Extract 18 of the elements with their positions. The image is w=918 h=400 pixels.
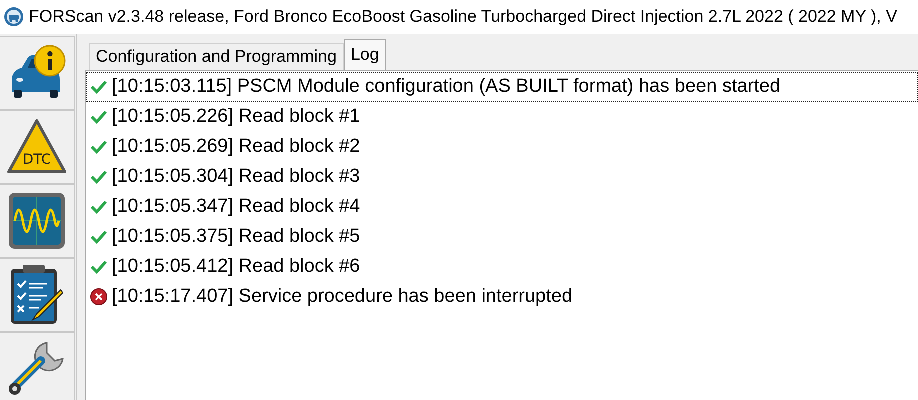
tab[interactable]: Log xyxy=(344,39,386,70)
log-entry: [10:15:05.375] Read block #5 xyxy=(112,226,360,248)
sidebar-button[interactable] xyxy=(0,36,75,110)
log-entry: [10:15:05.347] Read block #4 xyxy=(112,196,360,218)
log-entry: [10:15:05.304] Read block #3 xyxy=(112,166,360,188)
window-title: FORScan v2.3.48 release, Ford Bronco EcoBoost Gasoline Turbocharged Direct Injection 2.7L 2022 ( 2022 MY ), V xyxy=(29,7,898,27)
sidebar-button[interactable]: DTC xyxy=(0,110,75,184)
checklist-icon xyxy=(9,264,65,326)
tab[interactable]: Configuration and Programming xyxy=(89,43,344,70)
log-entry: [10:15:05.412] Read block #6 xyxy=(112,256,360,278)
dtc-warning-icon: DTC xyxy=(6,118,68,176)
app-icon xyxy=(4,7,24,27)
sidebar-button[interactable] xyxy=(0,258,75,332)
log-entry: [10:15:05.226] Read block #1 xyxy=(112,106,360,128)
oscilloscope-icon xyxy=(7,191,67,251)
log-entry: [10:15:03.115] PSCM Module configuration (AS BUILT format) has been started xyxy=(112,76,781,98)
log-entry: [10:15:05.269] Read block #2 xyxy=(112,136,360,158)
log-entry: [10:15:17.407] Service procedure has been interrupted xyxy=(112,286,573,308)
